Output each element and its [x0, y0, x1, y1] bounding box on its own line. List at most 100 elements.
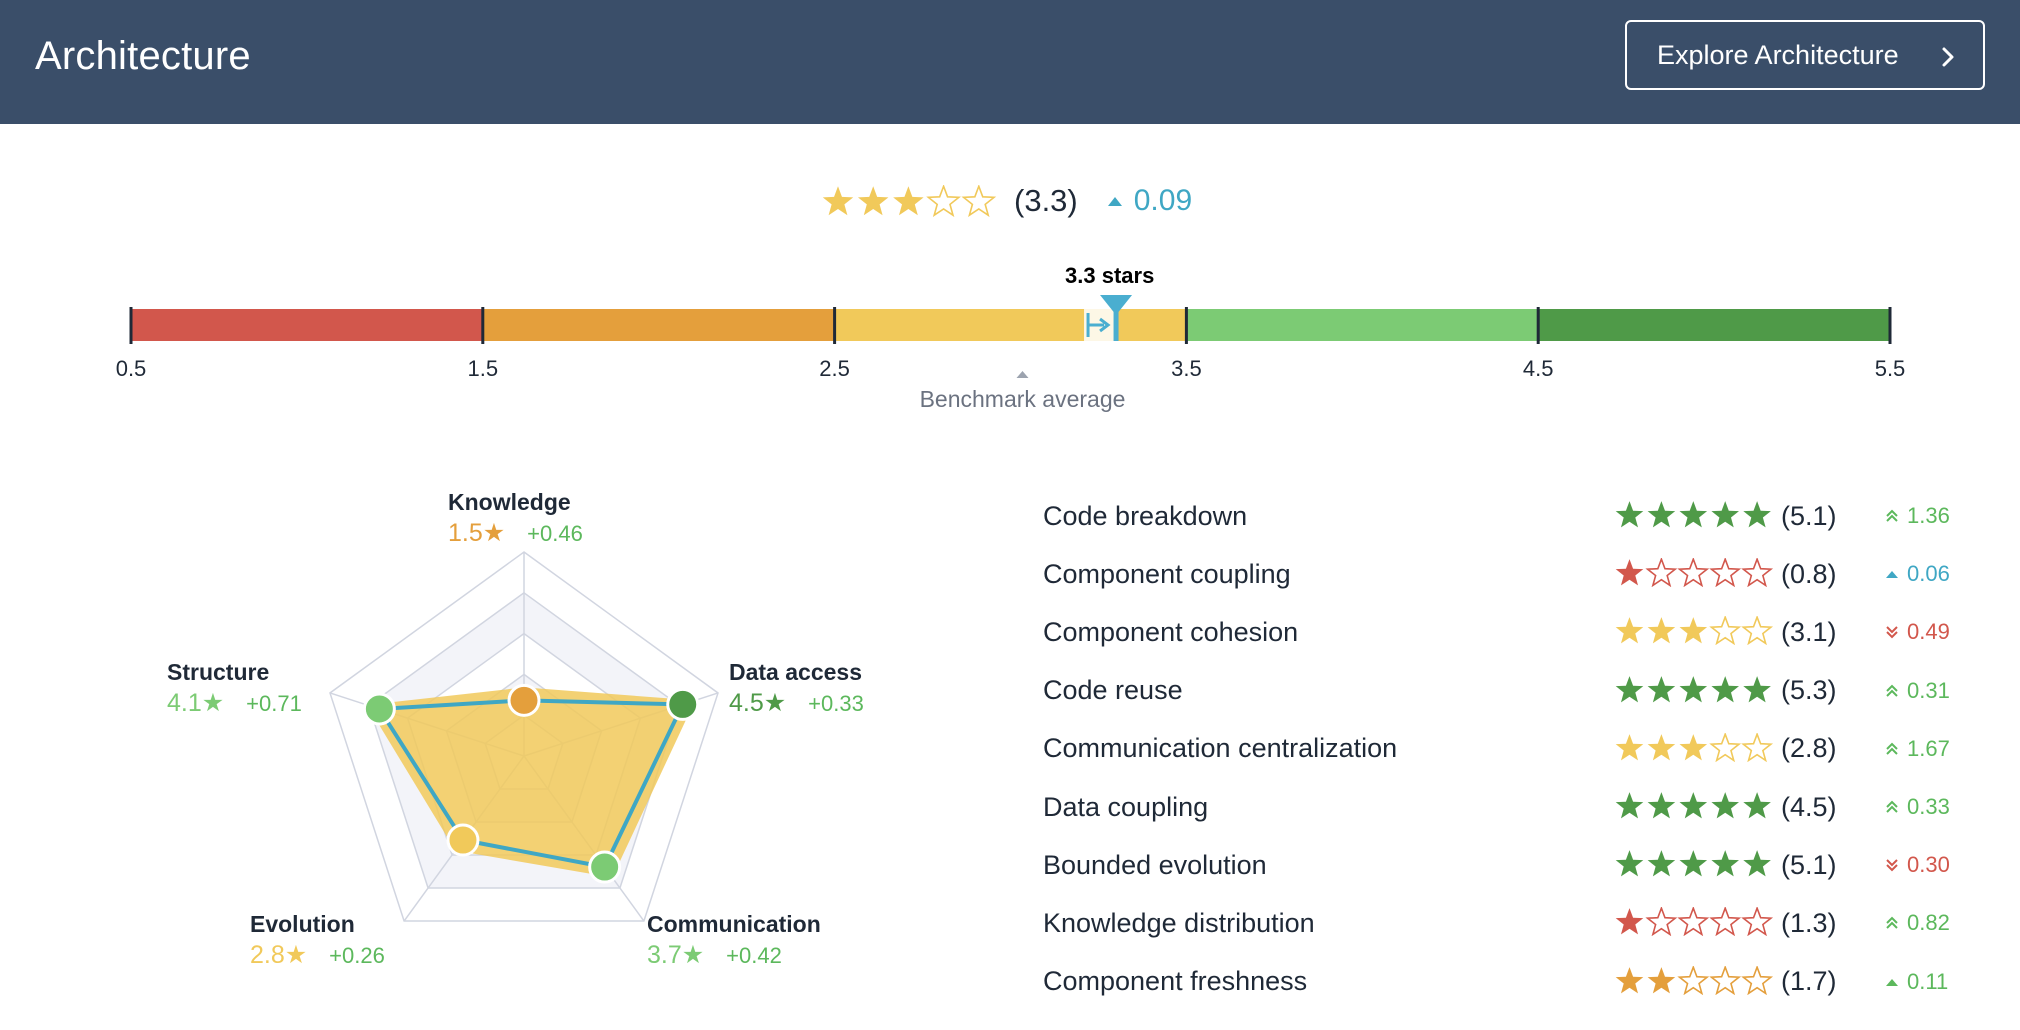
metric-stars	[1615, 675, 1775, 709]
radar-axis-name: Knowledge	[448, 489, 571, 515]
metric-score: (0.8)	[1781, 558, 1837, 589]
star-filled-icon	[1743, 792, 1771, 819]
star-filled-icon	[1679, 850, 1708, 877]
star-empty-icon	[1741, 615, 1774, 646]
star-empty-icon	[1709, 557, 1742, 588]
radar-axis-score: 4.5★	[729, 689, 787, 717]
metric-label: Knowledge distribution	[1043, 907, 1315, 938]
metric-row: Code reuse (5.3) 0.31	[1043, 662, 1963, 720]
star-filled-icon	[1615, 501, 1644, 528]
metric-stars	[1615, 731, 1775, 767]
double-chevron-up-icon	[1886, 916, 1898, 930]
metric-delta-value: 0.06	[1907, 561, 1950, 587]
star-filled-icon	[1615, 908, 1644, 935]
metric-row: Communication centralization (2.8) 1.67	[1043, 720, 1963, 778]
metric-delta-value: 0.30	[1907, 852, 1950, 878]
scale-segment	[1538, 309, 1890, 341]
metric-delta: 1.36	[1885, 503, 1950, 529]
metric-delta: 1.67	[1885, 736, 1950, 762]
star-empty-icon	[1741, 964, 1774, 995]
star-rating	[1615, 792, 1771, 819]
metric-label: Component coupling	[1043, 558, 1291, 589]
radar-axis-delta: +0.26	[329, 943, 385, 968]
explore-architecture-button[interactable]: Explore Architecture	[1625, 20, 1985, 90]
metric-score: (3.1)	[1781, 616, 1837, 647]
metric-score: (5.3)	[1781, 675, 1837, 706]
star-filled-icon	[1679, 617, 1708, 644]
metric-label: Component freshness	[1043, 966, 1308, 997]
metric-row: Component freshness (1.7) 0.11	[1043, 953, 1963, 1011]
radar-axis-score: 3.7★	[647, 941, 705, 969]
radar-point	[588, 850, 622, 884]
metric-score: (2.8)	[1781, 733, 1837, 764]
star-filled-icon	[1743, 675, 1771, 702]
triangle-up-icon	[1107, 196, 1122, 206]
double-chevron-down-icon	[1886, 626, 1898, 639]
metric-label: Communication centralization	[1043, 733, 1398, 764]
metric-label: Code breakdown	[1043, 500, 1248, 531]
triangle-up-icon	[1886, 978, 1898, 986]
double-chevron-up-icon	[1886, 800, 1898, 813]
metric-row: Component cohesion (3.1) 0.49	[1043, 603, 1963, 661]
star-filled-icon	[1615, 617, 1644, 644]
radar-axis-name: Data access	[729, 659, 862, 685]
star-filled-icon	[1679, 733, 1708, 761]
current-rating-marker	[1084, 295, 1133, 341]
star-rating	[1615, 675, 1771, 702]
metric-delta: 0.11	[1885, 969, 1948, 995]
metric-row: Bounded evolution (5.1) 0.30	[1043, 836, 1963, 894]
metric-score: (4.5)	[1781, 791, 1837, 822]
metric-delta-value: 0.31	[1907, 677, 1950, 703]
star-filled-icon	[1615, 966, 1644, 993]
star-filled-icon	[1711, 675, 1739, 702]
radar-label-structure: Structure 4.1★ +0.71	[167, 659, 302, 718]
overall-delta-value: 0.09	[1133, 184, 1193, 217]
radar-axis-name: Structure	[167, 659, 270, 685]
metric-delta: 0.06	[1885, 561, 1950, 587]
star-empty-icon	[1709, 906, 1742, 937]
radar-axis-delta: +0.71	[246, 691, 302, 716]
star-rating	[1615, 906, 1774, 937]
star-filled-icon	[1679, 675, 1708, 702]
radar-axis-score: 4.1★	[167, 689, 225, 717]
star-empty-icon	[1709, 615, 1742, 646]
star-filled-icon	[1615, 675, 1644, 702]
radar-axis-name: Communication	[647, 911, 821, 937]
star-rating	[1615, 731, 1774, 762]
metric-stars	[1615, 791, 1775, 825]
metric-delta-value: 1.67	[1907, 735, 1950, 761]
metric-delta: 0.30	[1885, 852, 1950, 878]
star-rating	[1615, 964, 1774, 995]
star-rating	[1615, 501, 1771, 528]
star-filled-icon	[1743, 501, 1771, 528]
radar-label-data-access: Data access 4.5★ +0.33	[729, 659, 864, 718]
metric-delta: 0.31	[1885, 678, 1950, 704]
star-filled-icon	[1615, 792, 1644, 819]
star-filled-icon	[1679, 792, 1708, 819]
star-filled-icon	[1647, 792, 1676, 819]
metric-stars	[1615, 849, 1775, 883]
metric-row: Component coupling (0.8) 0.06	[1043, 545, 1963, 603]
chevron-right-icon	[1941, 44, 1955, 75]
metric-stars	[1615, 964, 1775, 1000]
metric-stars	[1615, 500, 1775, 534]
metric-label: Data coupling	[1043, 791, 1209, 822]
metric-delta: 0.33	[1885, 794, 1950, 820]
benchmark-marker-icon	[1016, 371, 1029, 378]
radar-point	[507, 683, 541, 717]
radar-axis-delta: +0.33	[808, 691, 864, 716]
metric-stars	[1615, 557, 1775, 592]
metric-score: (1.7)	[1781, 966, 1837, 997]
metric-delta-value: 0.11	[1907, 968, 1949, 994]
radar-axis-delta: +0.46	[527, 521, 583, 546]
radar-axis-name: Evolution	[250, 911, 355, 937]
star-empty-icon	[1709, 964, 1742, 995]
star-filled-icon	[1679, 501, 1708, 528]
radar-axis-score: 1.5★	[448, 519, 506, 547]
metric-score: (1.3)	[1781, 907, 1837, 938]
radar-point	[666, 687, 700, 721]
metric-delta-value: 0.33	[1907, 794, 1950, 820]
metric-stars	[1615, 615, 1775, 650]
overall-delta: 0.09	[1107, 184, 1193, 218]
metric-label: Bounded evolution	[1043, 849, 1267, 880]
